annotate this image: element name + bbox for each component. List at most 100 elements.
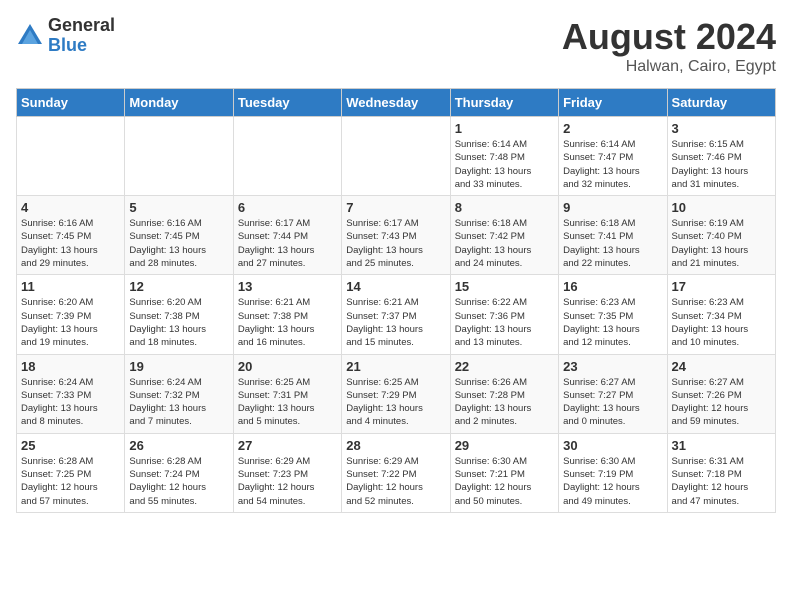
day-number: 3: [672, 121, 771, 136]
day-info: Sunrise: 6:18 AM Sunset: 7:42 PM Dayligh…: [455, 217, 554, 270]
day-header-sunday: Sunday: [17, 89, 125, 117]
week-row-3: 11Sunrise: 6:20 AM Sunset: 7:39 PM Dayli…: [17, 275, 776, 354]
day-number: 19: [129, 359, 228, 374]
day-number: 12: [129, 279, 228, 294]
day-cell: 4 Sunrise: 6:16 AM Sunset: 7:45 PM Daylig…: [17, 196, 125, 275]
day-header-tuesday: Tuesday: [233, 89, 341, 117]
logo: General Blue: [16, 16, 115, 56]
day-number: 26: [129, 438, 228, 453]
day-number: 9: [563, 200, 662, 215]
day-info: Sunrise: 6:28 AM Sunset: 7:24 PM Dayligh…: [129, 455, 228, 508]
day-number: 22: [455, 359, 554, 374]
day-number: 8: [455, 200, 554, 215]
day-number: 18: [21, 359, 120, 374]
day-cell: 12 Sunrise: 6:20 AM Sunset: 7:38 PM Dayli…: [125, 275, 233, 354]
day-cell: 8 Sunrise: 6:18 AM Sunset: 7:42 PM Daylig…: [450, 196, 558, 275]
day-number: 7: [346, 200, 445, 215]
week-row-4: 18 Sunrise: 6:24 AM Sunset: 7:33 PM Dayli…: [17, 354, 776, 433]
day-info: Sunrise: 6:14 AM Sunset: 7:48 PM Dayligh…: [455, 138, 554, 191]
week-row-2: 4 Sunrise: 6:16 AM Sunset: 7:45 PM Daylig…: [17, 196, 776, 275]
day-header-monday: Monday: [125, 89, 233, 117]
day-info: Sunrise: 6:23 AM Sunset: 7:34 PM Dayligh…: [672, 296, 771, 349]
day-cell: 22 Sunrise: 6:26 AM Sunset: 7:28 PM Dayli…: [450, 354, 558, 433]
day-cell: 11Sunrise: 6:20 AM Sunset: 7:39 PM Dayli…: [17, 275, 125, 354]
day-number: 20: [238, 359, 337, 374]
day-number: 28: [346, 438, 445, 453]
day-cell: 21 Sunrise: 6:25 AM Sunset: 7:29 PM Dayli…: [342, 354, 450, 433]
day-info: Sunrise: 6:18 AM Sunset: 7:41 PM Dayligh…: [563, 217, 662, 270]
day-info: Sunrise: 6:27 AM Sunset: 7:26 PM Dayligh…: [672, 376, 771, 429]
day-info: Sunrise: 6:19 AM Sunset: 7:40 PM Dayligh…: [672, 217, 771, 270]
day-cell: 19Sunrise: 6:24 AM Sunset: 7:32 PM Dayli…: [125, 354, 233, 433]
day-header-friday: Friday: [559, 89, 667, 117]
day-number: 21: [346, 359, 445, 374]
day-cell: 26 Sunrise: 6:28 AM Sunset: 7:24 PM Dayli…: [125, 433, 233, 512]
day-info: Sunrise: 6:25 AM Sunset: 7:29 PM Dayligh…: [346, 376, 445, 429]
day-number: 23: [563, 359, 662, 374]
day-number: 4: [21, 200, 120, 215]
day-info: Sunrise: 6:24 AM Sunset: 7:33 PM Dayligh…: [21, 376, 120, 429]
day-number: 1: [455, 121, 554, 136]
day-cell: 3 Sunrise: 6:15 AM Sunset: 7:46 PM Daylig…: [667, 117, 775, 196]
day-cell: 9 Sunrise: 6:18 AM Sunset: 7:41 PM Daylig…: [559, 196, 667, 275]
day-header-saturday: Saturday: [667, 89, 775, 117]
day-info: Sunrise: 6:25 AM Sunset: 7:31 PM Dayligh…: [238, 376, 337, 429]
day-info: Sunrise: 6:21 AM Sunset: 7:38 PM Dayligh…: [238, 296, 337, 349]
day-cell: 15 Sunrise: 6:22 AM Sunset: 7:36 PM Dayli…: [450, 275, 558, 354]
day-info: Sunrise: 6:17 AM Sunset: 7:44 PM Dayligh…: [238, 217, 337, 270]
day-info: Sunrise: 6:29 AM Sunset: 7:22 PM Dayligh…: [346, 455, 445, 508]
day-header-thursday: Thursday: [450, 89, 558, 117]
day-info: Sunrise: 6:21 AM Sunset: 7:37 PM Dayligh…: [346, 296, 445, 349]
day-number: 6: [238, 200, 337, 215]
day-info: Sunrise: 6:29 AM Sunset: 7:23 PM Dayligh…: [238, 455, 337, 508]
day-info: Sunrise: 6:16 AM Sunset: 7:45 PM Dayligh…: [129, 217, 228, 270]
day-cell: 30Sunrise: 6:30 AM Sunset: 7:19 PM Dayli…: [559, 433, 667, 512]
day-info: Sunrise: 6:26 AM Sunset: 7:28 PM Dayligh…: [455, 376, 554, 429]
day-info: Sunrise: 6:31 AM Sunset: 7:18 PM Dayligh…: [672, 455, 771, 508]
day-info: Sunrise: 6:17 AM Sunset: 7:43 PM Dayligh…: [346, 217, 445, 270]
logo-general-text: General: [48, 16, 115, 36]
day-cell: 29Sunrise: 6:30 AM Sunset: 7:21 PM Dayli…: [450, 433, 558, 512]
day-cell: [125, 117, 233, 196]
header-row: SundayMondayTuesdayWednesdayThursdayFrid…: [17, 89, 776, 117]
week-row-5: 25Sunrise: 6:28 AM Sunset: 7:25 PM Dayli…: [17, 433, 776, 512]
page-header: General Blue August 2024 Halwan, Cairo, …: [16, 16, 776, 76]
subtitle: Halwan, Cairo, Egypt: [562, 58, 776, 76]
day-number: 25: [21, 438, 120, 453]
day-number: 11: [21, 279, 120, 294]
day-cell: 25Sunrise: 6:28 AM Sunset: 7:25 PM Dayli…: [17, 433, 125, 512]
day-cell: 10Sunrise: 6:19 AM Sunset: 7:40 PM Dayli…: [667, 196, 775, 275]
title-block: August 2024 Halwan, Cairo, Egypt: [562, 16, 776, 76]
day-cell: 13 Sunrise: 6:21 AM Sunset: 7:38 PM Dayli…: [233, 275, 341, 354]
day-number: 5: [129, 200, 228, 215]
calendar-table: SundayMondayTuesdayWednesdayThursdayFrid…: [16, 88, 776, 513]
day-cell: 28 Sunrise: 6:29 AM Sunset: 7:22 PM Dayli…: [342, 433, 450, 512]
day-info: Sunrise: 6:30 AM Sunset: 7:19 PM Dayligh…: [563, 455, 662, 508]
day-info: Sunrise: 6:22 AM Sunset: 7:36 PM Dayligh…: [455, 296, 554, 349]
day-cell: 27 Sunrise: 6:29 AM Sunset: 7:23 PM Dayli…: [233, 433, 341, 512]
day-cell: 14 Sunrise: 6:21 AM Sunset: 7:37 PM Dayli…: [342, 275, 450, 354]
day-number: 14: [346, 279, 445, 294]
day-cell: 5 Sunrise: 6:16 AM Sunset: 7:45 PM Daylig…: [125, 196, 233, 275]
day-number: 16: [563, 279, 662, 294]
day-number: 13: [238, 279, 337, 294]
day-number: 15: [455, 279, 554, 294]
logo-blue-text: Blue: [48, 36, 115, 56]
day-number: 17: [672, 279, 771, 294]
day-header-wednesday: Wednesday: [342, 89, 450, 117]
day-cell: [233, 117, 341, 196]
day-cell: [17, 117, 125, 196]
day-number: 27: [238, 438, 337, 453]
day-info: Sunrise: 6:20 AM Sunset: 7:38 PM Dayligh…: [129, 296, 228, 349]
day-info: Sunrise: 6:30 AM Sunset: 7:21 PM Dayligh…: [455, 455, 554, 508]
day-cell: 20 Sunrise: 6:25 AM Sunset: 7:31 PM Dayli…: [233, 354, 341, 433]
day-number: 24: [672, 359, 771, 374]
day-info: Sunrise: 6:16 AM Sunset: 7:45 PM Dayligh…: [21, 217, 120, 270]
day-number: 2: [563, 121, 662, 136]
day-info: Sunrise: 6:15 AM Sunset: 7:46 PM Dayligh…: [672, 138, 771, 191]
day-cell: 6 Sunrise: 6:17 AM Sunset: 7:44 PM Daylig…: [233, 196, 341, 275]
day-cell: 17 Sunrise: 6:23 AM Sunset: 7:34 PM Dayli…: [667, 275, 775, 354]
logo-text: General Blue: [48, 16, 115, 56]
day-info: Sunrise: 6:23 AM Sunset: 7:35 PM Dayligh…: [563, 296, 662, 349]
day-info: Sunrise: 6:27 AM Sunset: 7:27 PM Dayligh…: [563, 376, 662, 429]
